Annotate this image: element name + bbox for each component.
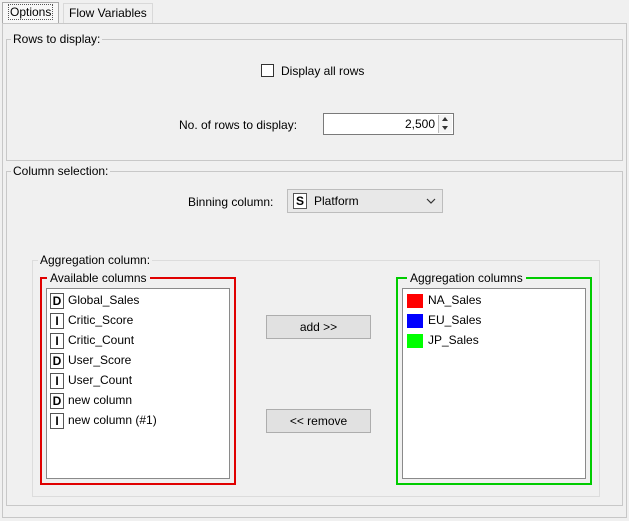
list-item[interactable]: I Critic_Count xyxy=(47,331,229,351)
remove-button[interactable]: << remove xyxy=(266,409,371,433)
spinner-down-icon[interactable] xyxy=(439,124,452,133)
list-item[interactable]: Dnew column xyxy=(47,391,229,411)
list-item[interactable]: I User_Count xyxy=(47,371,229,391)
string-type-icon: S xyxy=(293,193,307,209)
rows-to-display-group: Rows to display: Display all rows No. of… xyxy=(6,32,623,161)
display-all-rows-checkbox[interactable] xyxy=(261,64,274,77)
list-item-label: new column (#1) xyxy=(68,413,157,427)
double-type-icon: D xyxy=(50,292,64,309)
tab-flow-variables[interactable]: Flow Variables xyxy=(63,3,153,23)
list-item-label: EU_Sales xyxy=(428,313,482,327)
list-item-label: Critic_Count xyxy=(68,333,135,347)
available-columns-list[interactable]: D Global_Sales I Critic_Score I Critic_Coun… xyxy=(46,288,230,479)
rows-to-display-title: Rows to display: xyxy=(11,32,103,46)
tab-options-label: Options xyxy=(8,4,54,20)
green-swatch-icon xyxy=(407,333,423,348)
list-item-label: Critic_Score xyxy=(68,313,134,327)
double-type-icon: D xyxy=(50,392,64,409)
integer-type-icon: I xyxy=(50,372,64,389)
list-item[interactable]: D User_Score xyxy=(47,351,229,371)
options-panel: Rows to display: Display all rows No. of… xyxy=(2,23,627,518)
list-item-label: JP_Sales xyxy=(428,333,479,347)
list-item-label: Global_Sales xyxy=(68,293,140,307)
num-rows-spinner[interactable]: 2,500 xyxy=(323,113,454,135)
integer-type-icon: I xyxy=(50,332,64,349)
display-all-rows-label[interactable]: Display all rows xyxy=(281,64,364,78)
aggregation-columns-frame: Aggregation columns NA_Sales EU_Sales JP… xyxy=(396,271,592,485)
binning-column-label: Binning column: xyxy=(188,195,274,209)
list-item-label: User_Score xyxy=(68,353,132,367)
aggregation-column-title: Aggregation column: xyxy=(38,253,153,267)
double-type-icon: D xyxy=(50,352,64,369)
column-selection-title: Column selection: xyxy=(11,164,111,178)
list-item-label: User_Count xyxy=(68,373,133,387)
integer-type-icon: I xyxy=(50,312,64,329)
spinner-buttons xyxy=(438,115,452,133)
list-item-label: new column xyxy=(68,393,133,407)
column-selection-group: Column selection: Binning column: S Plat… xyxy=(6,164,623,506)
available-columns-title: Available columns xyxy=(47,271,150,285)
chevron-down-icon xyxy=(426,198,436,204)
blue-swatch-icon xyxy=(407,313,423,328)
tab-options[interactable]: Options xyxy=(2,2,60,24)
aggregation-columns-title: Aggregation columns xyxy=(407,271,526,285)
list-item[interactable]: I Critic_Score xyxy=(47,311,229,331)
list-item[interactable]: EU_Sales xyxy=(403,311,585,331)
binning-column-value: Platform xyxy=(314,194,359,208)
list-item-label: NA_Sales xyxy=(428,293,482,307)
tab-flow-variables-label: Flow Variables xyxy=(69,6,147,20)
list-item[interactable]: Inew column (#1) xyxy=(47,411,229,431)
aggregation-columns-list[interactable]: NA_Sales EU_Sales JP_Sales xyxy=(402,288,586,479)
list-item[interactable]: NA_Sales xyxy=(403,291,585,311)
binning-type-badge: S xyxy=(293,193,307,209)
list-item[interactable]: D Global_Sales xyxy=(47,291,229,311)
list-item[interactable]: JP_Sales xyxy=(403,331,585,351)
available-columns-frame: Available columns D Global_Sales I Critic_… xyxy=(40,271,236,485)
integer-type-icon: I xyxy=(50,412,64,429)
red-swatch-icon xyxy=(407,293,423,308)
spinner-up-icon[interactable] xyxy=(439,115,452,124)
add-button[interactable]: add >> xyxy=(266,315,371,339)
binning-column-select[interactable]: S Platform xyxy=(287,189,443,213)
num-rows-value: 2,500 xyxy=(404,117,435,131)
num-rows-label: No. of rows to display: xyxy=(179,118,298,132)
